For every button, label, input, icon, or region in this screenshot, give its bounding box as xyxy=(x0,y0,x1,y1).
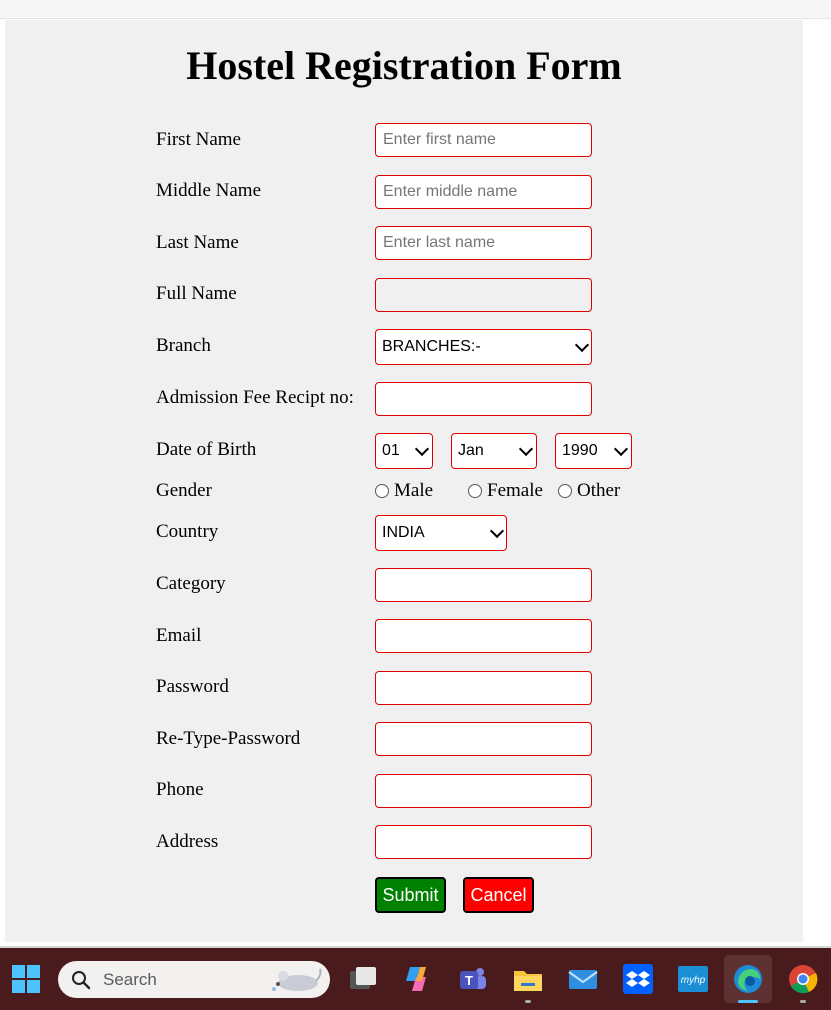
email-label: Email xyxy=(156,625,202,646)
mouse-mascot-icon xyxy=(272,968,322,991)
dob-year-value: 1990 xyxy=(562,442,598,459)
dob-day-value: 01 xyxy=(382,442,400,459)
edge-icon[interactable] xyxy=(732,963,764,995)
copilot-icon[interactable] xyxy=(402,963,434,995)
gender-male-label: Male xyxy=(394,480,434,501)
gender-female-label: Female xyxy=(487,480,543,501)
gender-male-radio[interactable]: Male xyxy=(375,480,433,502)
radio-circle-icon xyxy=(375,484,389,498)
full-name-input[interactable] xyxy=(375,278,592,312)
active-indicator xyxy=(738,1000,758,1003)
full-name-label: Full Name xyxy=(156,283,237,304)
radio-circle-icon xyxy=(468,484,482,498)
gender-other-label: Other xyxy=(577,480,621,501)
taskbar-search-box[interactable]: Search xyxy=(58,961,330,998)
country-select[interactable]: INDIA xyxy=(375,515,507,551)
gender-other-radio[interactable]: Other xyxy=(558,480,620,502)
last-name-input[interactable] xyxy=(375,226,592,260)
submit-button[interactable]: Submit xyxy=(375,877,446,913)
email-input[interactable] xyxy=(375,619,592,653)
windows-start-icon[interactable] xyxy=(10,963,42,995)
first-name-label: First Name xyxy=(156,129,241,150)
dob-year-select[interactable]: 1990 xyxy=(555,433,632,469)
browser-top-strip xyxy=(0,0,831,19)
radio-circle-icon xyxy=(558,484,572,498)
password-input[interactable] xyxy=(375,671,592,705)
retype-password-input[interactable] xyxy=(375,722,592,756)
category-label: Category xyxy=(156,573,226,594)
middle-name-label: Middle Name xyxy=(156,180,262,201)
receipt-input[interactable] xyxy=(375,382,592,416)
address-input[interactable] xyxy=(375,825,592,859)
dropbox-icon[interactable] xyxy=(622,963,654,995)
middle-name-input[interactable] xyxy=(375,175,592,209)
country-selected-value: INDIA xyxy=(382,524,425,541)
dob-label: Date of Birth xyxy=(156,439,257,460)
phone-input[interactable] xyxy=(375,774,592,808)
page-title: Hostel Registration Form xyxy=(186,43,622,88)
last-name-label: Last Name xyxy=(156,232,239,253)
dob-month-value: Jan xyxy=(458,442,484,459)
branch-select[interactable]: BRANCHES:- xyxy=(375,329,592,365)
retype-password-label: Re-Type-Password xyxy=(156,728,301,749)
task-view-icon[interactable] xyxy=(347,963,379,995)
branch-label: Branch xyxy=(156,335,211,356)
chrome-icon[interactable] xyxy=(787,963,819,995)
running-indicator xyxy=(800,1000,806,1003)
gender-female-radio[interactable]: Female xyxy=(468,480,543,502)
dob-day-select[interactable]: 01 xyxy=(375,433,433,469)
taskbar-search-placeholder: Search xyxy=(103,969,157,989)
svg-text:myhp: myhp xyxy=(681,975,706,986)
password-label: Password xyxy=(156,676,229,697)
dob-month-select[interactable]: Jan xyxy=(451,433,537,469)
branch-selected-value: BRANCHES:- xyxy=(382,338,481,355)
country-label: Country xyxy=(156,521,219,542)
myhp-icon[interactable]: myhp xyxy=(677,963,709,995)
category-input[interactable] xyxy=(375,568,592,602)
file-explorer-icon[interactable] xyxy=(512,963,544,995)
search-icon xyxy=(72,971,91,990)
mail-icon[interactable] xyxy=(567,963,599,995)
running-indicator xyxy=(525,1000,531,1003)
teams-icon[interactable]: T xyxy=(457,963,489,995)
gender-label: Gender xyxy=(156,480,212,501)
receipt-label: Admission Fee Recipt no: xyxy=(156,387,354,408)
first-name-input[interactable] xyxy=(375,123,592,157)
address-label: Address xyxy=(156,831,219,852)
svg-text:T: T xyxy=(465,973,473,988)
cancel-button[interactable]: Cancel xyxy=(463,877,534,913)
phone-label: Phone xyxy=(156,779,204,800)
windows-taskbar: Search T myhp xyxy=(0,948,831,1010)
